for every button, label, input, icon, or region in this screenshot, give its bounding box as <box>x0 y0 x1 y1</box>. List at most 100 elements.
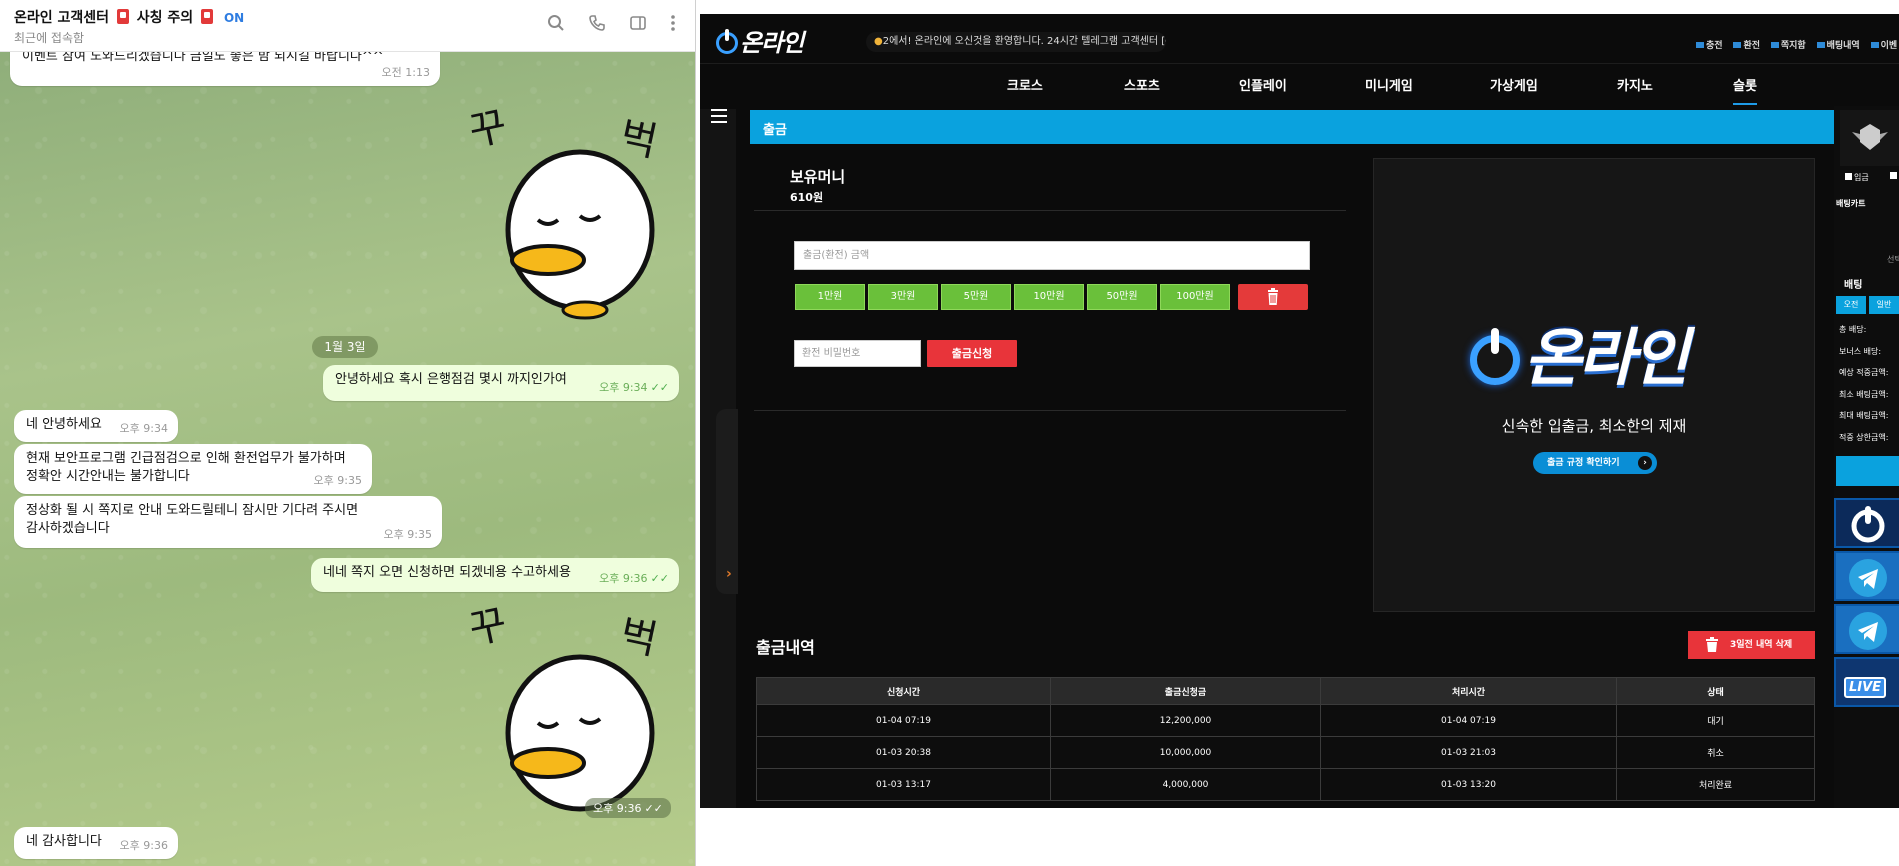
table-cell: 01-03 21:03 <box>1320 736 1617 769</box>
sidebar-withdraw-stub[interactable] <box>1890 172 1897 181</box>
message-incoming[interactable]: 네 안녕하세요 오후 9:34 <box>14 410 178 442</box>
delete-old-history-button[interactable]: 3일전 내역 삭제 <box>1688 631 1815 659</box>
column-header: 처리시간 <box>1320 677 1617 705</box>
message-outgoing[interactable]: 안녕하세요 혹시 은행점검 몇시 까지인가여 오후 9:34 ✓✓ <box>323 365 679 401</box>
message-time: 오후 9:34 <box>119 422 168 435</box>
balance-amount: 610원 <box>790 191 824 204</box>
nav-minigame[interactable]: 미니게임 <box>1365 75 1413 94</box>
onbet-tile[interactable] <box>1834 498 1899 548</box>
warning-flag-icon <box>116 9 129 24</box>
trash-icon <box>1706 637 1718 652</box>
telegram-tile[interactable] <box>1834 604 1899 654</box>
chat-title[interactable]: 온라인 고객센터 사칭 주의 ON <box>14 7 244 27</box>
history-title: 출금내역 <box>756 638 815 657</box>
message-time: 오후 9:36 ✓✓ <box>599 572 669 585</box>
rank-emblem-icon <box>1852 124 1888 150</box>
total-odds-label: 총 배당: <box>1839 325 1867 334</box>
message-time: 오후 9:35 <box>383 528 432 541</box>
chat-status: 최근에 접속함 <box>14 31 85 45</box>
place-bet-button[interactable] <box>1836 456 1899 486</box>
notice-marquee: ●2에서! 온라인에 오신것을 환영합니다. 24시간 텔레그램 고객센터 [O… <box>866 32 1166 52</box>
minus-icon <box>1890 172 1897 179</box>
table-row: 01-03 20:38 10,000,000 01-03 21:03 취소 <box>756 736 1815 769</box>
max-bet-label: 최대 배팅금액: <box>1839 411 1889 420</box>
promo-tagline: 신속한 입출금, 최소한의 제재 <box>1501 417 1687 435</box>
nav-virtual[interactable]: 가상게임 <box>1490 75 1538 94</box>
withdraw-apply-button[interactable]: 출금신청 <box>927 340 1017 367</box>
clear-amount-button[interactable] <box>1238 284 1308 310</box>
message-incoming[interactable]: 정상화 될 시 쪽지로 안내 도와드릴테니 잠시만 기다려 주시면 감사하겠습니… <box>14 496 442 548</box>
table-cell: 01-03 20:38 <box>756 736 1051 769</box>
top-link-event[interactable]: 이벤 <box>1870 41 1897 51</box>
nav-inplay[interactable]: 인플레이 <box>1239 75 1287 94</box>
nav-casino[interactable]: 카지노 <box>1617 75 1653 94</box>
message-text: 정상화 될 시 쪽지로 안내 도와드릴테니 잠시만 기다려 주시면 감사하겠습니… <box>26 503 359 536</box>
expected-win-label: 예상 적중금액: <box>1839 368 1889 377</box>
chevron-right-icon[interactable]: › <box>726 566 732 582</box>
telegram-tile[interactable] <box>1834 551 1899 601</box>
table-cell: 01-04 07:19 <box>1320 704 1617 737</box>
message-incoming[interactable]: 네 감사합니다 오후 9:36 <box>14 827 178 859</box>
top-link-bet-history[interactable]: 배팅내역 <box>1816 41 1860 51</box>
column-header: 신청시간 <box>756 677 1051 705</box>
duck-sticker[interactable]: 꾸 벅 <box>460 100 680 334</box>
trash-icon <box>1268 288 1278 305</box>
nav-slot[interactable]: 슬롯 <box>1733 75 1757 105</box>
site-logo[interactable]: 온라인 <box>716 23 804 58</box>
table-cell: 처리완료 <box>1616 768 1815 801</box>
nav-cross[interactable]: 크로스 <box>1007 75 1043 94</box>
sticker-char-right: 벅 <box>616 611 662 664</box>
table-cell: 대기 <box>1616 704 1815 737</box>
column-header: 상태 <box>1616 677 1815 705</box>
table-cell: 01-04 07:19 <box>756 704 1051 737</box>
top-bar: 온라인 ●2에서! 온라인에 오신것을 환영합니다. 24시간 텔레그램 고객센… <box>700 14 1899 64</box>
more-menu-icon[interactable] <box>661 14 685 38</box>
amount-button-100k[interactable]: 10만원 <box>1014 284 1084 310</box>
user-badge <box>1840 110 1899 166</box>
nav-sports[interactable]: 스포츠 <box>1124 75 1160 94</box>
gift-icon <box>1870 42 1879 48</box>
top-link-exchange[interactable]: 환전 <box>1733 41 1760 51</box>
search-icon[interactable] <box>544 14 568 38</box>
amount-button-10k[interactable]: 1만원 <box>795 284 865 310</box>
promo-logo: 온라인 <box>1470 307 1689 397</box>
read-checkmarks-icon: ✓✓ <box>650 381 669 394</box>
sidebar-deposit[interactable]: 입금 <box>1845 172 1869 183</box>
sidebar-toggle-icon[interactable] <box>626 14 650 38</box>
message-time: 오후 9:35 <box>313 474 362 487</box>
select-hint: 선택 <box>1887 255 1899 264</box>
message-outgoing[interactable]: 네네 쪽지 오면 신청하면 되겠네용 수고하세용 오후 9:36 ✓✓ <box>311 558 679 592</box>
betting-label: 배팅 <box>1844 280 1863 291</box>
chat-header: 온라인 고객센터 사칭 주의 ON 최근에 접속함 <box>0 0 695 52</box>
bet-tab-1[interactable]: 오전 <box>1836 296 1866 314</box>
amount-button-50k[interactable]: 5만원 <box>941 284 1011 310</box>
live-tile[interactable]: LIVE <box>1834 657 1899 707</box>
read-checkmarks-icon: ✓✓ <box>644 802 663 815</box>
withdraw-rules-button[interactable]: 출금 규정 확인하기 › <box>1533 452 1657 474</box>
top-link-messages[interactable]: 쪽지함 <box>1770 41 1806 51</box>
bet-tab-2[interactable]: 일반 <box>1869 296 1899 314</box>
main-nav: 크로스 스포츠 인플레이 미니게임 가상게임 카지노 슬롯 <box>700 65 1899 105</box>
power-icon <box>716 29 738 54</box>
power-icon <box>1851 506 1885 543</box>
amount-button-500k[interactable]: 50만원 <box>1087 284 1157 310</box>
top-links: 충전 환전 쪽지함 배팅내역 이벤 <box>1696 38 1899 51</box>
amount-button-1m[interactable]: 100만원 <box>1160 284 1230 310</box>
amount-button-30k[interactable]: 3만원 <box>868 284 938 310</box>
hamburger-menu-icon[interactable] <box>711 109 727 123</box>
withdraw-amount-input[interactable]: 출금(환전) 금액 <box>794 241 1310 270</box>
read-checkmarks-icon: ✓✓ <box>650 572 669 585</box>
top-link-charge[interactable]: 충전 <box>1696 41 1723 51</box>
date-divider: 1월 3일 <box>312 336 378 358</box>
phone-icon[interactable] <box>585 14 609 38</box>
exchange-password-input[interactable]: 환전 비밀번호 <box>794 340 921 367</box>
duck-sticker[interactable]: 꾸 벅 <box>460 598 680 817</box>
promo-panel: 온라인 신속한 입출금, 최소한의 제재 출금 규정 확인하기 › <box>1373 158 1815 612</box>
list-icon <box>1816 42 1825 48</box>
chat-name: 온라인 고객센터 <box>14 10 110 26</box>
divider <box>754 210 1346 211</box>
chat-warning: 사칭 주의 <box>136 10 194 26</box>
message-incoming[interactable]: 현재 보안프로그램 긴급점검으로 인해 환전업무가 불가하며 정확안 시간안내는… <box>14 444 372 494</box>
chevron-right-icon: › <box>1638 456 1652 470</box>
table-row: 01-03 13:17 4,000,000 01-03 13:20 처리완료 <box>756 768 1815 801</box>
